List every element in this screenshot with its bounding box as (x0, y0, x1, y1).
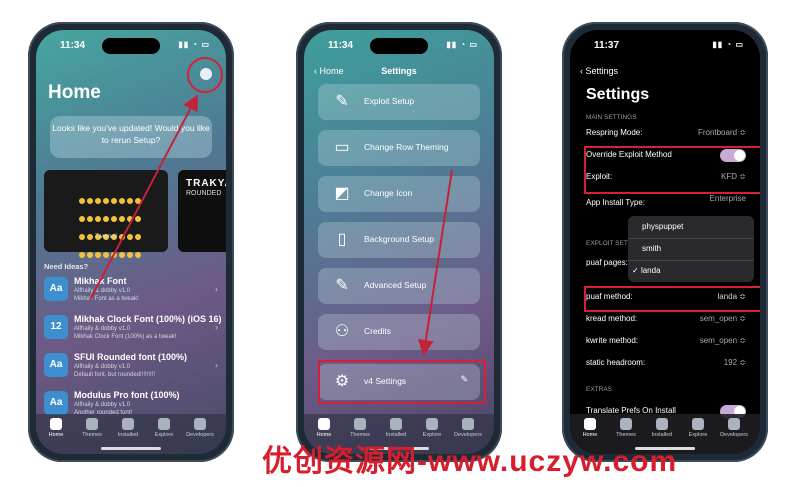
arrow-to-settings (89, 94, 198, 301)
watermark: 优创资源网-www.uczyw.com (262, 445, 678, 478)
annotation-arrows (89, 94, 453, 356)
arrow-to-v4-settings (417, 169, 453, 356)
